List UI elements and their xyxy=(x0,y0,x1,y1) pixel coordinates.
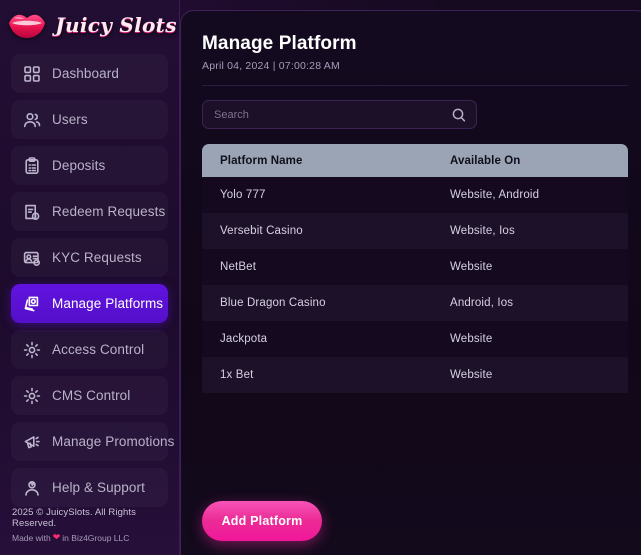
sidebar-nav: Dashboard Users Deposits Redeem Requests xyxy=(0,50,179,507)
cell-available-on: Website xyxy=(450,369,493,381)
sidebar-item-access-control[interactable]: Access Control xyxy=(11,330,168,369)
sidebar-item-label: CMS Control xyxy=(52,388,131,403)
support-icon xyxy=(23,479,41,497)
gear-icon xyxy=(23,341,41,359)
cell-available-on: Website xyxy=(450,261,493,273)
id-card-icon xyxy=(23,249,41,267)
sidebar-item-help-support[interactable]: Help & Support xyxy=(11,468,168,507)
cell-available-on: Website xyxy=(450,333,493,345)
made-with-prefix: Made with xyxy=(12,532,51,543)
cell-platform-name: Blue Dragon Casino xyxy=(220,297,326,309)
column-header-platform-name: Platform Name xyxy=(220,154,303,167)
platforms-table: Platform Name Available On Actions Yolo … xyxy=(202,144,628,393)
main-panel: Manage Platform April 04, 2024 | 07:00:2… xyxy=(180,10,641,555)
sidebar-item-users[interactable]: Users xyxy=(11,100,168,139)
sidebar-item-label: Access Control xyxy=(52,342,145,357)
cell-available-on: Website, Ios xyxy=(450,225,515,237)
column-header-available-on: Available On xyxy=(450,154,521,167)
cell-platform-name: 1x Bet xyxy=(220,369,254,381)
table-row[interactable]: Yolo 777 Website, Android xyxy=(202,177,628,213)
page-title: Manage Platform xyxy=(202,33,357,54)
sidebar-item-label: Dashboard xyxy=(52,66,119,81)
page-header: Manage Platform April 04, 2024 | 07:00:2… xyxy=(202,33,628,72)
cell-platform-name: Versebit Casino xyxy=(220,225,303,237)
search-row xyxy=(202,86,628,129)
sidebar-item-manage-promotions[interactable]: Manage Promotions xyxy=(11,422,174,461)
table-row[interactable]: 1x Bet Website xyxy=(202,357,628,393)
sidebar-item-label: Users xyxy=(52,112,88,127)
sidebar-item-label: Manage Promotions xyxy=(52,434,175,449)
sidebar-item-label: Deposits xyxy=(52,158,106,173)
brand-name: Juicy Slots xyxy=(55,13,177,37)
table-header-row: Platform Name Available On Actions xyxy=(202,144,628,177)
cell-platform-name: NetBet xyxy=(220,261,257,273)
sidebar: Juicy Slots Dashboard Users Deposits Red… xyxy=(0,0,180,555)
sidebar-item-label: Help & Support xyxy=(52,480,145,495)
users-icon xyxy=(23,111,41,129)
made-with-suffix: in Biz4Group LLC xyxy=(62,532,130,543)
table-row[interactable]: Jackpota Website xyxy=(202,321,628,357)
sidebar-item-cms-control[interactable]: CMS Control xyxy=(11,376,168,415)
sidebar-item-deposits[interactable]: Deposits xyxy=(11,146,168,185)
page-subtitle: April 04, 2024 | 07:00:28 AM xyxy=(202,60,340,72)
cell-available-on: Android, Ios xyxy=(450,297,514,309)
sidebar-item-dashboard[interactable]: Dashboard xyxy=(11,54,168,93)
lips-icon xyxy=(6,10,48,40)
made-with-text: Made with ❤ in Biz4Group LLC xyxy=(12,532,179,543)
clipboard-icon xyxy=(23,156,41,175)
sidebar-item-label: KYC Requests xyxy=(52,250,142,265)
receipt-icon xyxy=(23,203,41,221)
sidebar-footer: 2025 © JuicySlots. All Rights Reserved. … xyxy=(0,507,179,555)
copyright-text: 2025 © JuicySlots. All Rights Reserved. xyxy=(12,507,136,529)
megaphone-icon xyxy=(23,433,41,451)
search-icon[interactable] xyxy=(451,107,467,123)
platforms-icon xyxy=(23,295,41,313)
table-row[interactable]: Versebit Casino Website, Ios xyxy=(202,213,628,249)
grid-icon xyxy=(23,65,41,83)
brand-logo[interactable]: Juicy Slots xyxy=(0,0,179,50)
sidebar-item-kyc-requests[interactable]: KYC Requests xyxy=(11,238,168,277)
cell-platform-name: Yolo 777 xyxy=(220,189,266,201)
sidebar-item-redeem-requests[interactable]: Redeem Requests xyxy=(11,192,168,231)
add-platform-row: Add Platform xyxy=(202,501,628,555)
search-box[interactable] xyxy=(202,100,477,129)
search-input[interactable] xyxy=(203,101,476,128)
add-platform-button[interactable]: Add Platform xyxy=(202,501,322,541)
gear-icon xyxy=(23,387,41,405)
table-row[interactable]: NetBet Website xyxy=(202,249,628,285)
sidebar-item-label: Manage Platforms xyxy=(52,296,164,311)
cell-platform-name: Jackpota xyxy=(220,333,268,345)
heart-icon: ❤ xyxy=(52,532,61,542)
cell-available-on: Website, Android xyxy=(450,189,540,201)
app-root: Juicy Slots Dashboard Users Deposits Red… xyxy=(0,0,641,555)
table-row[interactable]: Blue Dragon Casino Android, Ios xyxy=(202,285,628,321)
sidebar-item-label: Redeem Requests xyxy=(52,204,166,219)
sidebar-item-manage-platforms[interactable]: Manage Platforms xyxy=(11,284,168,323)
